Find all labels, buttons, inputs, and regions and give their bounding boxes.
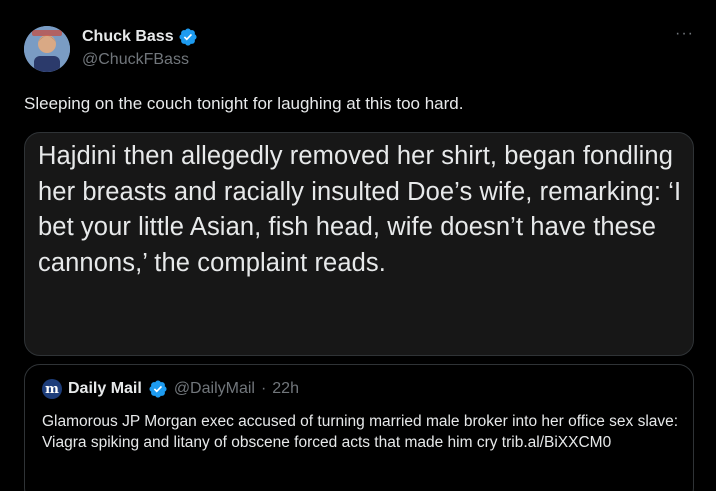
quoted-tweet-text: Glamorous JP Morgan exec accused of turn… bbox=[42, 413, 679, 451]
more-options-icon[interactable]: ··· bbox=[675, 25, 694, 43]
author-name-row: Chuck Bass bbox=[82, 27, 198, 47]
quoted-author-handle[interactable]: @DailyMail bbox=[174, 380, 255, 398]
tweet-media-image[interactable]: Hajdini then allegedly removed her shirt… bbox=[24, 132, 694, 356]
quoted-tweet-header: m Daily Mail @DailyMail · 22h bbox=[42, 379, 299, 399]
quoted-author-name[interactable]: Daily Mail bbox=[68, 380, 142, 398]
quoted-tweet-time[interactable]: 22h bbox=[272, 380, 299, 398]
tweet-card: Chuck Bass @ChuckFBass ··· Sleeping on t… bbox=[0, 0, 716, 491]
avatar[interactable] bbox=[24, 26, 70, 72]
author-handle[interactable]: @ChuckFBass bbox=[82, 51, 189, 69]
daily-mail-logo-icon[interactable]: m bbox=[42, 379, 62, 399]
separator-dot: · bbox=[260, 380, 267, 397]
author-display-name[interactable]: Chuck Bass bbox=[82, 28, 174, 46]
verified-badge-icon bbox=[178, 27, 198, 47]
quoted-tweet[interactable]: m Daily Mail @DailyMail · 22h Glamorous … bbox=[24, 364, 694, 491]
tweet-text: Sleeping on the couch tonight for laughi… bbox=[24, 94, 464, 113]
verified-badge-icon bbox=[148, 379, 168, 399]
media-image-text: Hajdini then allegedly removed her shirt… bbox=[38, 142, 682, 277]
